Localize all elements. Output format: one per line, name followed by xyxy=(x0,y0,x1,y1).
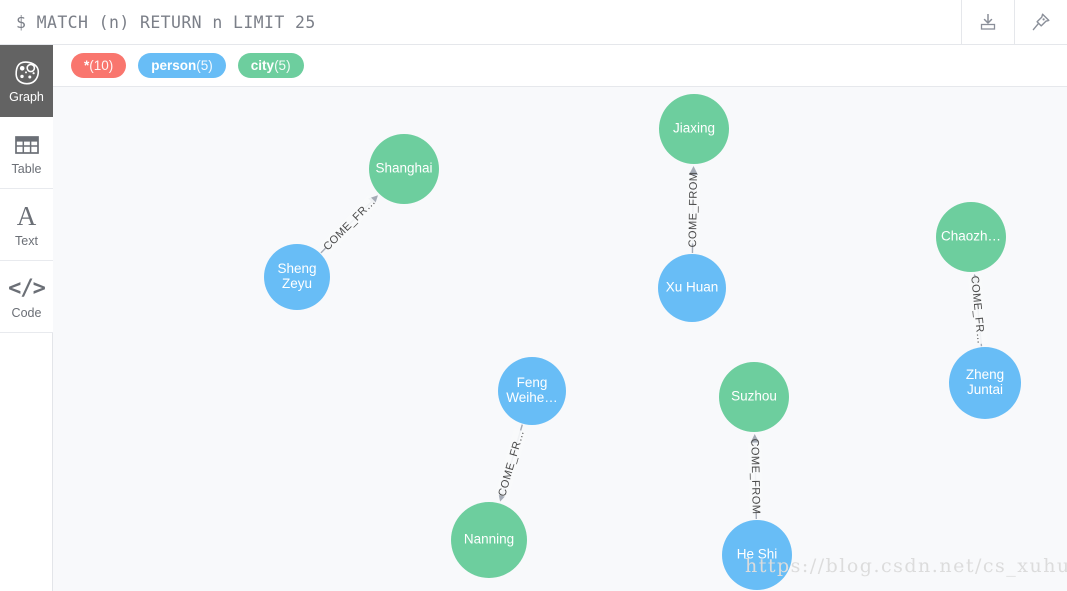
relationships-layer: COME_FR… COME_FROM COME_FR… COME_FR… COME_FR… xyxy=(320,165,989,520)
label-chip-bar: * (10) person (5) city (5) xyxy=(53,45,1067,87)
query-bar: $ MATCH (n) RETURN n LIMIT 25 xyxy=(0,0,1067,45)
relationship[interactable]: COME_FROM xyxy=(685,165,701,254)
graph-node-fengweihe[interactable]: FengWeihe… xyxy=(498,357,566,425)
download-icon xyxy=(978,12,998,32)
graph-node-nanning[interactable]: Nanning xyxy=(451,502,527,578)
graph-visualization[interactable]: COME_FR… COME_FROM COME_FR… COME_FR… COME_FR… xyxy=(53,87,1067,591)
sidebar-item-text[interactable]: A Text xyxy=(0,189,53,261)
text-icon: A xyxy=(16,201,37,232)
node-circle[interactable] xyxy=(719,362,789,432)
graph-icon xyxy=(13,58,41,88)
node-circle[interactable] xyxy=(369,134,439,204)
query-text[interactable]: $ MATCH (n) RETURN n LIMIT 25 xyxy=(0,13,961,32)
relationship-label: COME_FROM xyxy=(687,171,700,247)
graph-canvas[interactable]: COME_FR… COME_FROM COME_FR… COME_FR… COME_FR… xyxy=(53,87,1067,591)
sidebar-item-graph[interactable]: Graph xyxy=(0,45,53,117)
nodes-layer: Shanghai ShengZeyu Jiaxing Xu Huan Chaozh… Zh… xyxy=(264,94,1021,590)
node-circle[interactable] xyxy=(936,202,1006,272)
relationship[interactable]: COME_FROM xyxy=(747,433,764,520)
label-chip-city[interactable]: city (5) xyxy=(237,53,304,78)
graph-node-zhengjuntai[interactable]: ZhengJuntai xyxy=(949,347,1021,419)
node-circle[interactable] xyxy=(949,347,1021,419)
sidebar-item-code-label: Code xyxy=(11,305,42,320)
label-chip-all[interactable]: * (10) xyxy=(71,53,127,78)
node-circle[interactable] xyxy=(264,244,330,310)
graph-node-shanghai[interactable]: Shanghai xyxy=(369,134,439,204)
pin-icon xyxy=(1030,11,1052,33)
node-circle[interactable] xyxy=(659,94,729,164)
node-circle[interactable] xyxy=(722,520,792,590)
code-icon: </> xyxy=(8,275,46,301)
neo4j-browser-result-frame: $ MATCH (n) RETURN n LIMIT 25 Graph Tabl… xyxy=(0,0,1067,591)
graph-node-xuhuan[interactable]: Xu Huan xyxy=(658,254,726,322)
node-circle[interactable] xyxy=(498,357,566,425)
graph-node-suzhou[interactable]: Suzhou xyxy=(719,362,789,432)
relationship-label: COME_FR… xyxy=(496,429,527,498)
label-chip-count: (5) xyxy=(196,57,213,73)
graph-node-jiaxing[interactable]: Jiaxing xyxy=(659,94,729,164)
view-sidebar: Graph Table A Text </> Code xyxy=(0,45,53,591)
node-circle[interactable] xyxy=(451,502,527,578)
label-chip-name: person xyxy=(151,57,197,73)
sidebar-item-table[interactable]: Table xyxy=(0,117,53,189)
table-icon xyxy=(14,130,40,160)
relationship[interactable]: COME_FR… xyxy=(320,194,379,254)
label-chip-count: (10) xyxy=(89,57,114,73)
label-chip-count: (5) xyxy=(274,57,291,73)
download-button[interactable] xyxy=(961,0,1014,44)
sidebar-item-graph-label: Graph xyxy=(9,90,44,105)
relationship[interactable]: COME_FR… xyxy=(495,424,528,502)
label-chip-person[interactable]: person (5) xyxy=(138,53,226,78)
graph-node-shengzeyu[interactable]: ShengZeyu xyxy=(264,244,330,310)
relationship-label: COME_FR… xyxy=(321,196,378,253)
sidebar-item-table-label: Table xyxy=(11,161,42,176)
relationship-label: COME_FROM xyxy=(748,438,761,514)
graph-node-heshi[interactable]: He Shi xyxy=(722,520,792,590)
sidebar-item-code[interactable]: </> Code xyxy=(0,261,53,333)
relationship[interactable]: COME_FR… xyxy=(967,273,989,347)
graph-node-chaozhou[interactable]: Chaozh… xyxy=(936,202,1006,272)
node-circle[interactable] xyxy=(658,254,726,322)
label-chip-name: city xyxy=(250,57,275,73)
pin-button[interactable] xyxy=(1014,0,1067,44)
sidebar-item-text-label: Text xyxy=(15,233,38,248)
